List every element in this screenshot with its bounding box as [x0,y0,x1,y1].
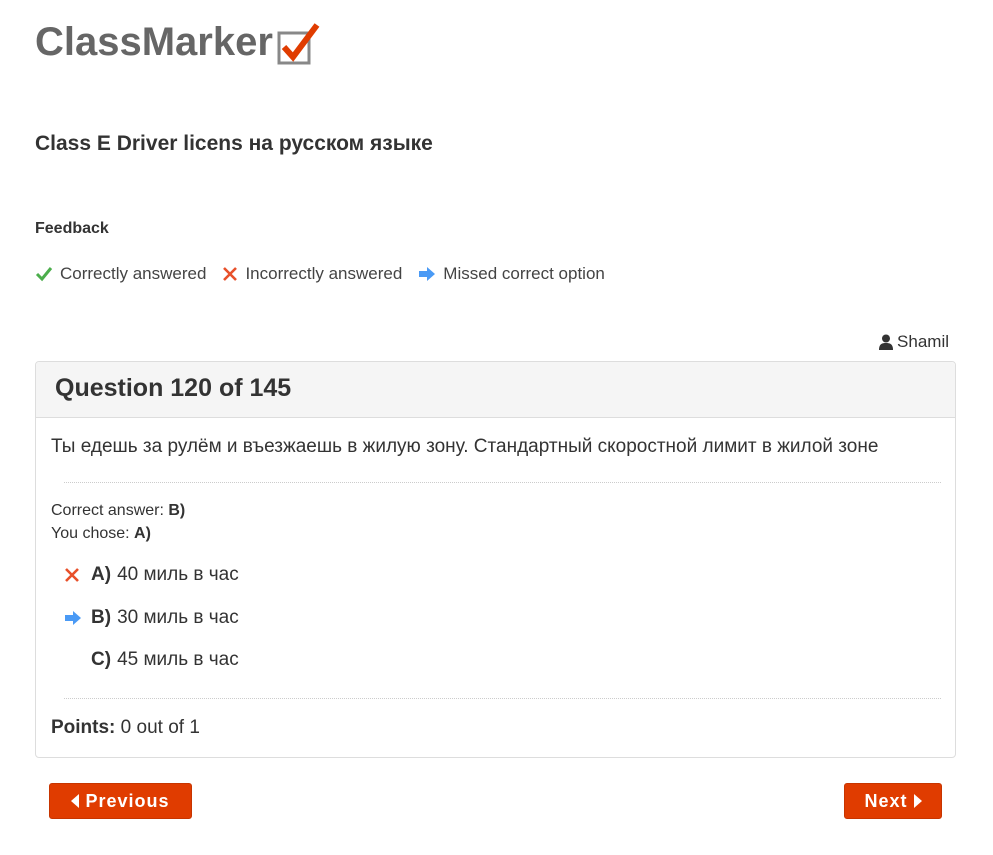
legend-missed: Missed correct option [418,264,605,284]
option-c: C) 45 миль в час [64,649,239,671]
cross-icon [223,267,238,281]
classmarker-logo: ClassMarker [35,18,320,66]
logo-text: ClassMarker [35,20,273,64]
points-line: Points: 0 out of 1 [51,717,200,739]
feedback-legend: Correctly answered Incorrectly answered … [35,264,621,284]
next-button[interactable]: Next [844,783,942,819]
question-header: Question 120 of 145 [36,362,955,418]
logo-checkmark-icon [277,23,320,65]
user-indicator: Shamil [879,332,949,352]
option-letter: A) [91,564,112,585]
check-icon [35,267,53,282]
arrow-right-icon [419,267,436,281]
user-icon [879,334,894,350]
correct-answer-line: Correct answer: B) [51,502,185,520]
you-chose-line: You chose: A) [51,525,151,543]
question-panel: Question 120 of 145 Ты едешь за рулём и … [35,361,956,758]
previous-label: Previous [85,790,170,811]
quiz-title: Class E Driver licens на русском языке [35,132,433,155]
divider [64,698,941,699]
option-text: 45 миль в час [117,649,239,670]
legend-correct: Correctly answered [35,264,206,284]
option-letter: B) [91,607,112,628]
legend-correct-label: Correctly answered [60,264,207,283]
feedback-heading: Feedback [35,220,109,237]
correct-answer-value: B) [168,502,186,519]
you-chose-value: A) [134,525,151,542]
next-label: Next [864,790,908,811]
you-chose-label: You chose: [51,525,130,542]
option-text: 40 миль в час [117,564,239,585]
option-letter: C) [91,649,112,670]
correct-answer-label: Correct answer: [51,502,164,519]
previous-button[interactable]: Previous [49,783,192,819]
cross-icon [65,568,79,582]
divider [64,482,941,483]
legend-incorrect-label: Incorrectly answered [245,264,403,283]
caret-left-icon [71,794,80,808]
option-text: 30 миль в час [117,607,239,628]
legend-missed-label: Missed correct option [443,264,605,283]
arrow-right-icon [65,611,81,625]
user-name: Shamil [897,332,949,351]
option-b: B) 30 миль в час [64,607,239,629]
question-text: Ты едешь за рулём и въезжаешь в жилую зо… [51,436,879,457]
option-a: A) 40 миль в час [64,564,239,586]
points-label: Points: [51,717,116,738]
legend-incorrect: Incorrectly answered [222,264,402,284]
caret-right-icon [913,794,922,808]
points-value: 0 out of 1 [120,717,200,738]
